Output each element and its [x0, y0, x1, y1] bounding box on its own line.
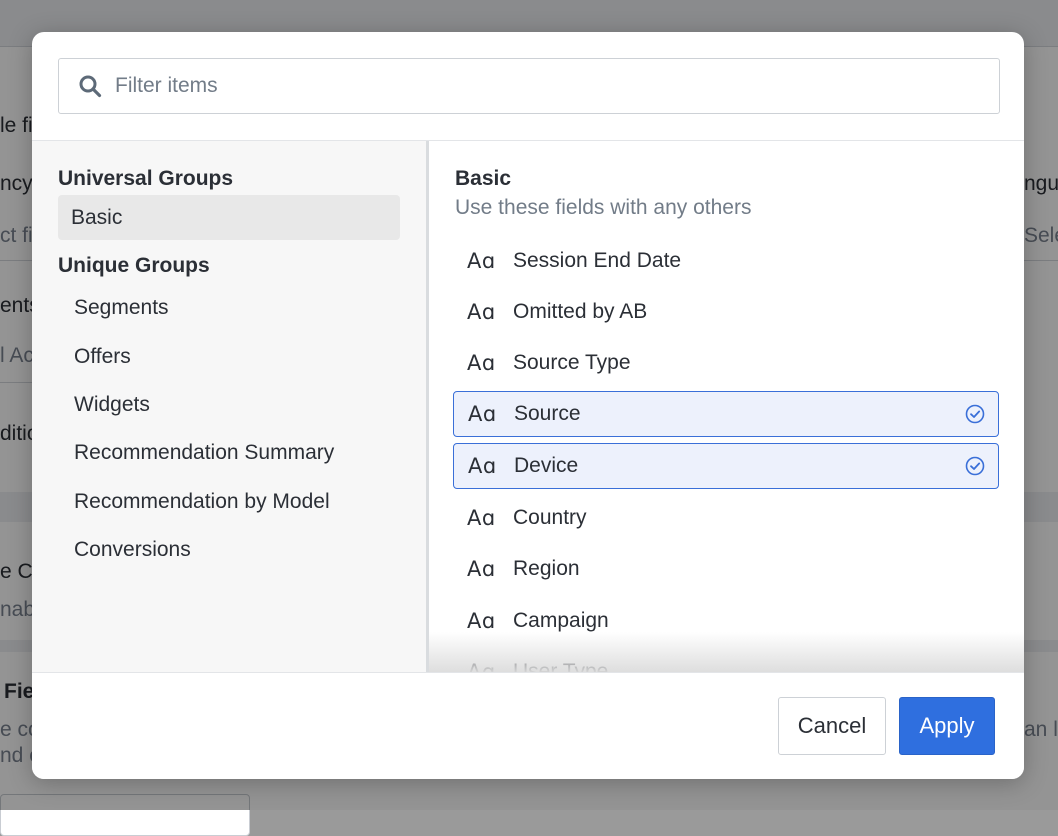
check-circle-icon	[964, 403, 986, 425]
section-title: Basic	[455, 167, 512, 190]
text-type-icon: Aɑ	[468, 402, 497, 426]
group-item-label: Recommendation Summary	[74, 440, 335, 464]
field-label: Device	[514, 454, 579, 477]
field-list-panel: Basic Use these fields with any others A…	[429, 141, 1024, 672]
text-type-icon: Aɑ	[467, 609, 496, 633]
group-item-label: Basic	[71, 205, 123, 229]
field-label: Session End Date	[513, 249, 682, 272]
search-icon	[77, 73, 103, 99]
apply-button[interactable]: Apply	[899, 697, 995, 755]
field-row-source[interactable]: Aɑ Source	[453, 391, 999, 437]
cancel-button[interactable]: Cancel	[778, 697, 886, 755]
search-bar	[32, 32, 1024, 141]
group-item-label: Widgets	[74, 392, 150, 416]
group-item-label: Offers	[74, 344, 131, 368]
universal-groups-heading: Universal Groups	[58, 167, 234, 190]
group-item-offers[interactable]: Offers	[58, 334, 400, 379]
text-type-icon: Aɑ	[467, 351, 496, 375]
text-type-icon: Aɑ	[467, 249, 496, 273]
field-row-source-type[interactable]: Aɑ Source Type	[453, 340, 999, 386]
group-item-recommendation-by-model[interactable]: Recommendation by Model	[58, 479, 400, 524]
search-input[interactable]	[115, 59, 999, 113]
dialog-footer: Cancel Apply	[32, 672, 1024, 779]
field-row-device[interactable]: Aɑ Device	[453, 443, 999, 489]
field-row-omitted-by-ab[interactable]: Aɑ Omitted by AB	[453, 289, 999, 335]
group-item-widgets[interactable]: Widgets	[58, 382, 400, 427]
field-label: Campaign	[513, 609, 609, 632]
field-label: Omitted by AB	[513, 300, 648, 323]
search-field[interactable]	[58, 58, 1000, 114]
group-item-conversions[interactable]: Conversions	[58, 527, 400, 572]
group-sidebar: Universal Groups Basic Unique Groups Seg…	[32, 141, 429, 672]
group-item-recommendation-summary[interactable]: Recommendation Summary	[58, 430, 400, 475]
field-row-region[interactable]: Aɑ Region	[453, 546, 999, 592]
unique-groups-heading: Unique Groups	[58, 254, 210, 277]
field-row-session-end-date[interactable]: Aɑ Session End Date	[453, 238, 999, 284]
group-item-segments[interactable]: Segments	[58, 285, 400, 330]
field-row-campaign[interactable]: Aɑ Campaign	[453, 598, 999, 644]
field-label: Country	[513, 506, 587, 529]
field-picker-dialog: Universal Groups Basic Unique Groups Seg…	[32, 32, 1024, 779]
text-type-icon: Aɑ	[467, 506, 496, 530]
field-label: User Type	[513, 660, 609, 672]
section-subtitle: Use these fields with any others	[455, 196, 752, 219]
group-item-label: Segments	[74, 295, 169, 319]
text-type-icon: Aɑ	[467, 660, 496, 672]
group-item-label: Conversions	[74, 537, 191, 561]
text-type-icon: Aɑ	[467, 300, 496, 324]
field-label: Source Type	[513, 351, 631, 374]
field-row-country[interactable]: Aɑ Country	[453, 495, 999, 541]
group-item-label: Recommendation by Model	[74, 489, 330, 513]
text-type-icon: Aɑ	[467, 557, 496, 581]
field-label: Source	[514, 402, 581, 425]
field-label: Region	[513, 557, 580, 580]
field-row-user-type[interactable]: Aɑ User Type	[453, 649, 999, 672]
group-item-basic[interactable]: Basic	[58, 195, 400, 240]
check-circle-icon	[964, 455, 986, 477]
text-type-icon: Aɑ	[468, 454, 497, 478]
